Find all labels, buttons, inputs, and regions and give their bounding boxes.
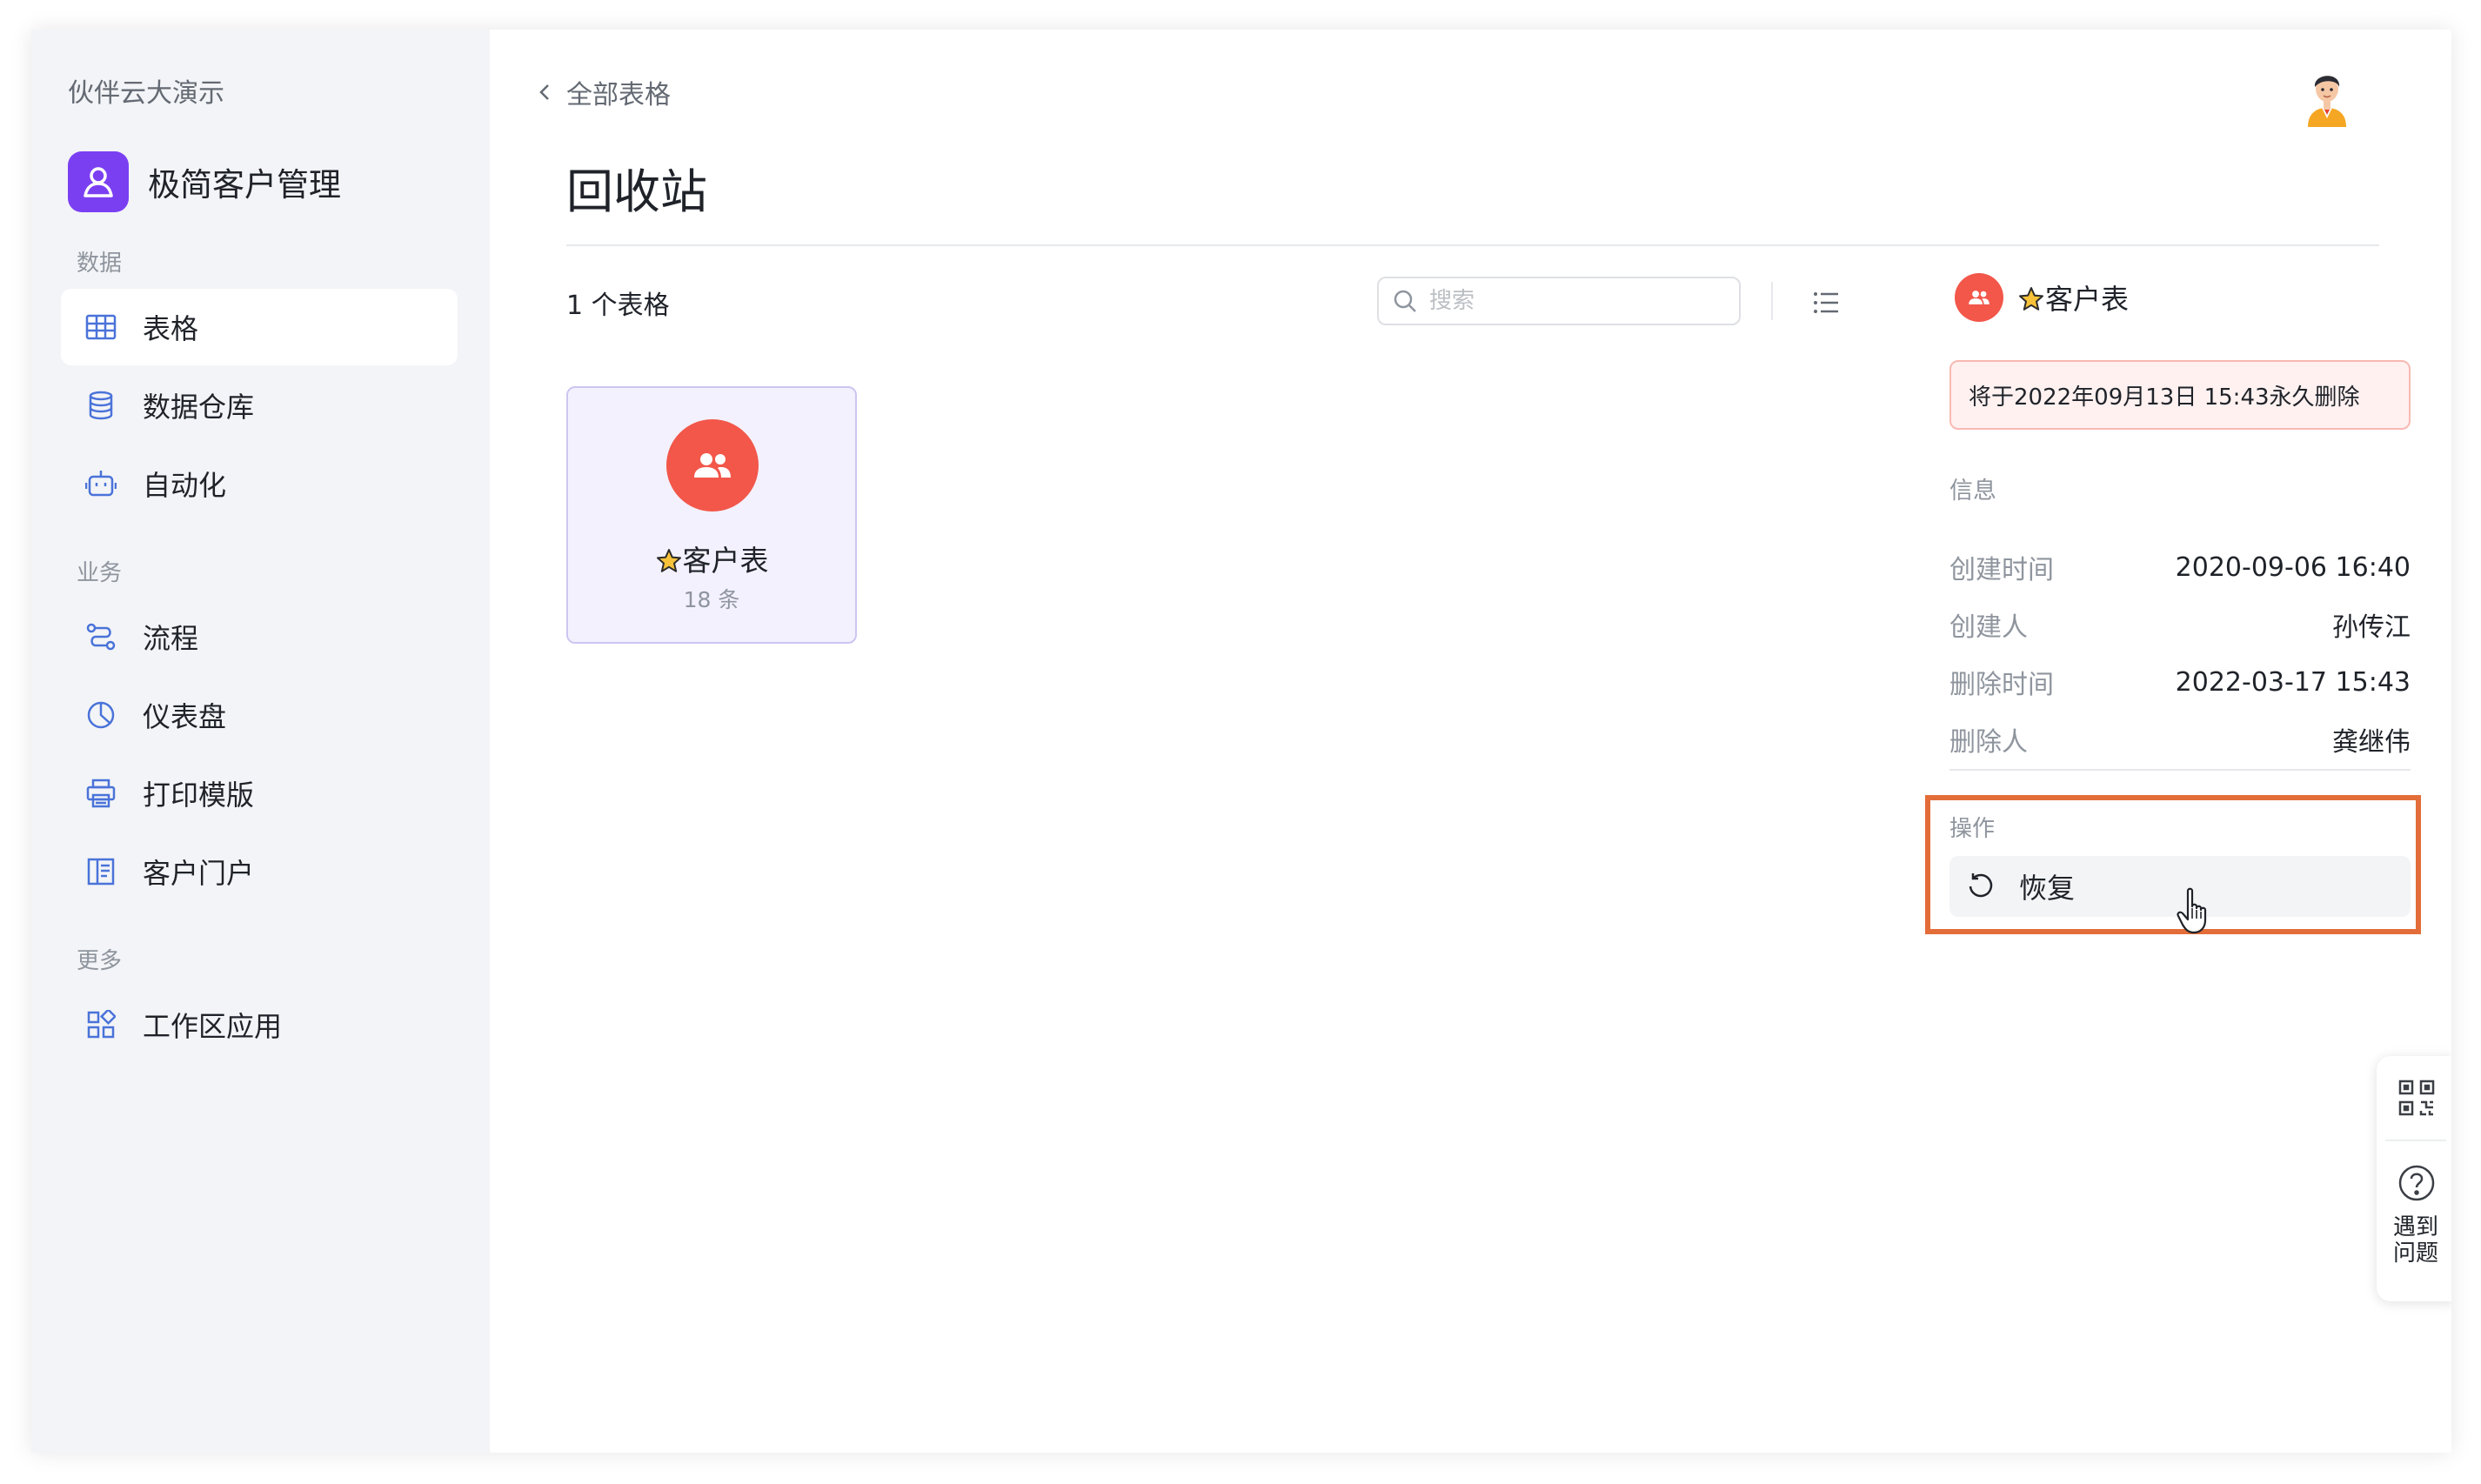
info-value: 2022-03-17 15:43 [2175,666,2411,698]
help-button-label[interactable]: 遇到 问题 [2377,1214,2451,1267]
info-value: 2020-09-06 16:40 [2175,551,2411,583]
sidebar-item-customer-portal[interactable]: 客户门户 [61,833,458,910]
section-more: 更多 [77,948,123,974]
sidebar-item-label: 流程 [143,622,199,655]
page-title: 回收站 [566,164,707,219]
apps-icon [84,1007,118,1042]
star-icon [2019,287,2043,311]
detail-divider [1949,769,2411,771]
chevron-left-icon [539,84,549,100]
workflow-icon [84,619,118,654]
info-section-label: 信息 [1949,478,1996,505]
table-count: 1 个表格 [566,291,670,321]
help-text-line: 遇到 [2392,1214,2438,1240]
detail-header: 客户表 [1955,273,2129,322]
portal-icon [84,854,118,889]
sidebar-item-dashboard[interactable]: 仪表盘 [61,677,458,753]
table-card-name-text: 客户表 [682,544,769,578]
app-window: 伙伴云大演示 极简客户管理 数据 表格 数据仓库 自动化 业务 流程 仪表盘 打… [31,30,2451,1453]
table-card[interactable]: 客户表 18 条 [566,386,857,644]
star-icon [656,549,681,572]
app-header[interactable]: 极简客户管理 [68,151,341,212]
operations-section-label: 操作 [1949,816,1996,842]
app-name: 极简客户管理 [148,166,341,204]
sidebar-item-label: 客户门户 [143,857,255,890]
dashboard-icon [84,698,118,732]
floating-separator [2385,1140,2446,1141]
sidebar-item-workflow[interactable]: 流程 [61,598,458,675]
back-link[interactable]: 全部表格 [538,73,671,111]
sidebar-item-label: 数据仓库 [143,391,255,424]
toolbar-separator [1771,282,1773,320]
list-icon [1814,292,1838,313]
sidebar-item-label: 工作区应用 [143,1010,283,1043]
main-content: 全部表格 回收站 1 个表格 搜索 客户表 18 条 客户表 将于2022年09… [490,30,2451,1453]
printer-icon [84,776,118,811]
section-business: 业务 [77,560,123,586]
info-row-deleted-time: 删除时间 2022-03-17 15:43 [1949,663,2411,701]
restore-icon [1969,873,1993,898]
search-input[interactable] [1429,288,1725,314]
table-icon [84,310,118,344]
robot-icon [84,466,118,501]
list-view-toggle[interactable] [1809,285,1843,320]
info-row-deleter: 删除人 龚继伟 [1949,720,2411,759]
detail-title-text: 客户表 [2045,283,2130,316]
sidebar-item-table[interactable]: 表格 [61,289,458,365]
info-key: 删除时间 [1949,670,2054,700]
floating-toolbar: 遇到 问题 [2377,1056,2451,1301]
search-icon [1394,290,1416,312]
search-box[interactable] [1377,277,1741,325]
back-link-label: 全部表格 [566,80,671,110]
table-card-name: 客户表 [568,538,855,579]
user-avatar[interactable] [2296,64,2358,127]
info-key: 创建时间 [1949,555,2054,585]
sidebar-item-label: 仪表盘 [143,700,227,733]
people-icon [666,419,759,511]
app-user-icon [68,151,129,212]
info-value: 孙传江 [2332,612,2411,643]
info-key: 创建人 [1949,612,2028,643]
workspace-name[interactable]: 伙伴云大演示 [68,71,224,110]
info-key: 删除人 [1949,727,2028,758]
help-text-line: 问题 [2392,1240,2438,1267]
sidebar-item-label: 打印模版 [143,779,255,812]
info-value: 龚继伟 [2332,727,2411,758]
database-icon [84,388,118,423]
title-divider [566,244,2379,246]
sidebar-item-label: 表格 [143,312,199,345]
sidebar-item-print-template[interactable]: 打印模版 [61,755,458,832]
table-card-count: 18 条 [683,587,740,612]
hand-cursor-icon [2176,887,2214,936]
qr-code-icon[interactable] [2397,1079,2436,1117]
sidebar-item-label: 自动化 [143,469,227,502]
sidebar-item-automation[interactable]: 自动化 [61,445,458,522]
delete-warning: 将于2022年09月13日 15:43永久删除 [1949,360,2411,430]
info-row-creator: 创建人 孙传江 [1949,605,2411,644]
people-icon [1955,273,2003,322]
sidebar-item-database[interactable]: 数据仓库 [61,367,458,444]
section-data: 数据 [77,251,123,277]
sidebar: 伙伴云大演示 极简客户管理 数据 表格 数据仓库 自动化 业务 流程 仪表盘 打… [31,30,490,1453]
sidebar-item-workspace-apps[interactable]: 工作区应用 [61,986,458,1063]
help-icon[interactable] [2397,1164,2436,1202]
detail-title: 客户表 [2017,277,2129,318]
restore-button-label: 恢复 [2019,872,2076,905]
info-row-created-time: 创建时间 2020-09-06 16:40 [1949,548,2411,586]
